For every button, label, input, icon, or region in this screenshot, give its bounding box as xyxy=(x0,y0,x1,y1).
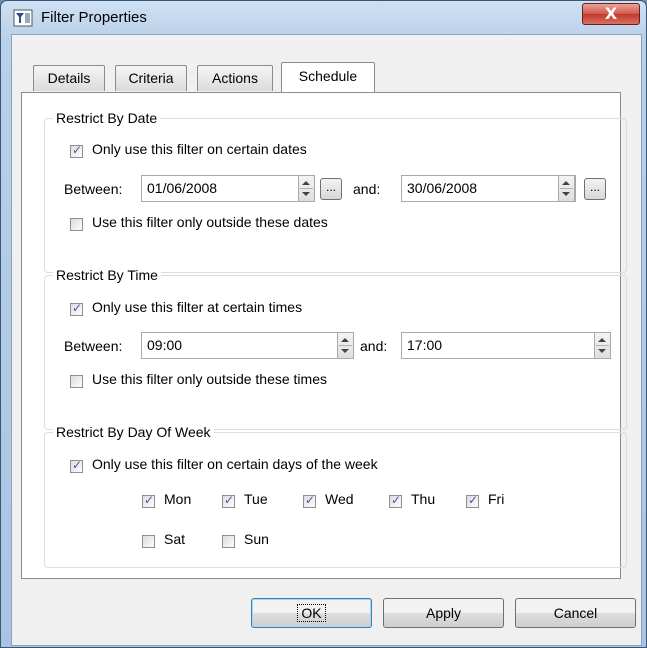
ok-button[interactable]: OK xyxy=(251,598,372,628)
dates-enable-checkbox[interactable] xyxy=(70,143,83,158)
date-between-label: Between: xyxy=(64,181,123,197)
time-and-label: and: xyxy=(360,338,388,354)
start-time-input[interactable]: 09:00 xyxy=(141,332,354,359)
spin-up-icon xyxy=(341,338,349,342)
spin-down-icon xyxy=(598,349,606,353)
tab-label: Schedule xyxy=(298,68,358,84)
end-date-spinner[interactable] xyxy=(558,175,575,202)
ok-label: OK xyxy=(297,604,326,622)
day-tue-label: Tue xyxy=(244,491,268,507)
filter-properties-window: Filter Properties X Details Criteria Act… xyxy=(0,0,647,648)
times-enable-checkbox[interactable] xyxy=(70,301,83,316)
dates-outside-label: Use this filter only outside these dates xyxy=(92,214,328,230)
spin-up-icon xyxy=(302,181,310,185)
time-between-label: Between: xyxy=(64,338,123,354)
group-legend: Restrict By Day Of Week xyxy=(53,424,214,440)
close-icon: X xyxy=(604,4,618,23)
day-sat-checkbox[interactable] xyxy=(142,535,155,548)
spin-up-icon xyxy=(562,181,570,185)
spin-down-icon xyxy=(341,349,349,353)
tab-criteria[interactable]: Criteria xyxy=(115,65,187,91)
day-sun-checkbox[interactable] xyxy=(222,535,235,548)
start-date-browse-button[interactable]: ... xyxy=(320,178,342,200)
schedule-panel: Restrict By Date Only use this filter on… xyxy=(21,92,627,579)
window-title: Filter Properties xyxy=(41,9,147,26)
day-sat-label: Sat xyxy=(164,531,186,547)
dates-enable-label: Only use this filter on certain dates xyxy=(92,141,307,157)
day-wed-label: Wed xyxy=(325,491,354,507)
tab-actions[interactable]: Actions xyxy=(197,65,273,91)
day-fri-checkbox[interactable] xyxy=(466,493,479,508)
times-outside-label: Use this filter only outside these times xyxy=(92,371,327,387)
tab-label: Actions xyxy=(212,70,258,86)
tab-label: Details xyxy=(47,70,91,86)
end-date-input[interactable]: 30/06/2008 xyxy=(401,175,576,202)
tab-schedule[interactable]: Schedule xyxy=(281,62,375,92)
day-thu-checkbox[interactable] xyxy=(389,493,402,508)
spin-up-icon xyxy=(598,338,606,342)
days-enable-checkbox[interactable] xyxy=(70,458,83,473)
start-date-input[interactable]: 01/06/2008 xyxy=(141,175,313,202)
spin-down-icon xyxy=(562,192,570,196)
day-mon-checkbox[interactable] xyxy=(142,493,155,508)
days-enable-label: Only use this filter on certain days of … xyxy=(92,456,378,472)
title-bar[interactable]: Filter Properties X xyxy=(1,1,646,33)
dates-outside-checkbox[interactable] xyxy=(70,218,83,231)
day-sun-label: Sun xyxy=(244,531,269,547)
tab-label: Criteria xyxy=(128,70,174,86)
apply-button[interactable]: Apply xyxy=(383,598,504,628)
start-date-spinner[interactable] xyxy=(298,175,315,202)
apply-label: Apply xyxy=(425,605,462,621)
group-legend: Restrict By Time xyxy=(53,267,161,283)
tab-details[interactable]: Details xyxy=(33,65,105,91)
day-wed-checkbox[interactable] xyxy=(303,493,316,508)
day-mon-label: Mon xyxy=(164,491,192,507)
close-button[interactable]: X xyxy=(582,3,640,25)
cancel-label: Cancel xyxy=(553,605,598,621)
day-thu-label: Thu xyxy=(411,491,436,507)
end-time-input[interactable]: 17:00 xyxy=(401,332,611,359)
end-time-spinner[interactable] xyxy=(594,332,611,359)
group-legend: Restrict By Date xyxy=(53,110,161,126)
cancel-button[interactable]: Cancel xyxy=(515,598,636,628)
date-and-label: and: xyxy=(353,181,381,197)
times-outside-checkbox[interactable] xyxy=(70,375,83,388)
times-enable-label: Only use this filter at certain times xyxy=(92,299,303,315)
filter-app-icon xyxy=(13,9,33,27)
start-time-spinner[interactable] xyxy=(337,332,354,359)
day-fri-label: Fri xyxy=(488,491,505,507)
end-date-browse-button[interactable]: ... xyxy=(584,178,606,200)
spin-down-icon xyxy=(302,192,310,196)
day-tue-checkbox[interactable] xyxy=(222,493,235,508)
